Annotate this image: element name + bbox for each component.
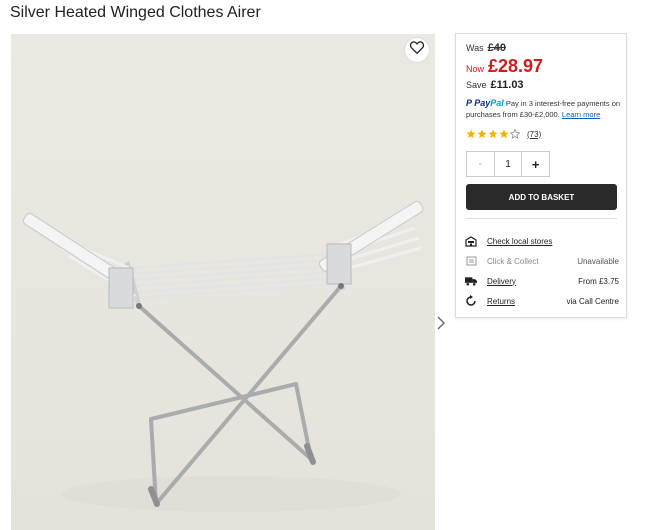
quantity-stepper: - 1 +: [466, 151, 550, 177]
heart-icon: [409, 41, 425, 59]
was-price-row: Was £40: [466, 42, 506, 54]
paypal-icon: P: [466, 98, 472, 108]
purchase-panel: Was £40 Now £28.97 Save £11.03 P PayPal …: [455, 33, 627, 318]
store-icon: [465, 235, 477, 247]
star-filled-icon: [466, 129, 476, 139]
decrease-quantity-button[interactable]: -: [467, 152, 495, 176]
review-count-link[interactable]: (73): [527, 130, 541, 139]
divider: [466, 218, 617, 219]
returns-link[interactable]: Returns: [487, 297, 515, 306]
fulfilment-option-click-collect: Click & Collect Unavailable: [465, 254, 619, 268]
star-filled-icon: [499, 129, 509, 139]
clothes-airer-photo: [11, 34, 435, 530]
now-label: Now: [466, 64, 485, 74]
fulfilment-option-returns[interactable]: Returns via Call Centre: [465, 294, 619, 308]
now-price: £28.97: [488, 56, 544, 76]
fulfilment-option-delivery[interactable]: Delivery From £3.75: [465, 274, 619, 288]
delivery-price: From £3.75: [578, 276, 619, 286]
returns-icon: [465, 295, 477, 307]
product-title: Silver Heated Winged Clothes Airer: [10, 4, 261, 21]
returns-method: via Call Centre: [566, 296, 619, 306]
click-collect-label: Click & Collect: [487, 256, 539, 266]
star-empty-icon: [510, 129, 520, 139]
save-row: Save £11.03: [466, 79, 524, 91]
product-page: Silver Heated Winged Clothes Airer Was £…: [0, 0, 650, 530]
add-to-basket-button[interactable]: ADD TO BASKET: [466, 184, 617, 210]
check-local-stores-link[interactable]: Check local stores: [487, 237, 552, 246]
star-rating: [466, 129, 521, 139]
product-image: [11, 34, 435, 530]
now-price-row: Now £28.97: [466, 56, 543, 77]
rating: (73): [466, 129, 541, 139]
chevron-right-icon: [437, 316, 445, 335]
paypal-logo: P PayPal: [466, 98, 504, 108]
delivery-link[interactable]: Delivery: [487, 277, 516, 286]
paypal-learn-more-link[interactable]: Learn more: [562, 110, 600, 119]
click-collect-status: Unavailable: [577, 256, 619, 266]
quantity-input[interactable]: 1: [495, 152, 522, 176]
paypal-message: P PayPal Pay in 3 interest-free payments…: [466, 98, 622, 120]
wishlist-button[interactable]: [405, 38, 429, 62]
fulfilment-option-store[interactable]: Check local stores: [465, 234, 619, 248]
was-label: Was: [466, 43, 484, 53]
star-filled-icon: [488, 129, 498, 139]
star-filled-icon: [477, 129, 487, 139]
truck-icon: [465, 275, 477, 287]
save-label: Save: [466, 80, 487, 90]
click-collect-icon: [465, 255, 477, 267]
next-image-button[interactable]: [436, 316, 446, 334]
was-price: £40: [487, 42, 507, 54]
save-amount: £11.03: [490, 79, 524, 91]
increase-quantity-button[interactable]: +: [521, 152, 549, 176]
